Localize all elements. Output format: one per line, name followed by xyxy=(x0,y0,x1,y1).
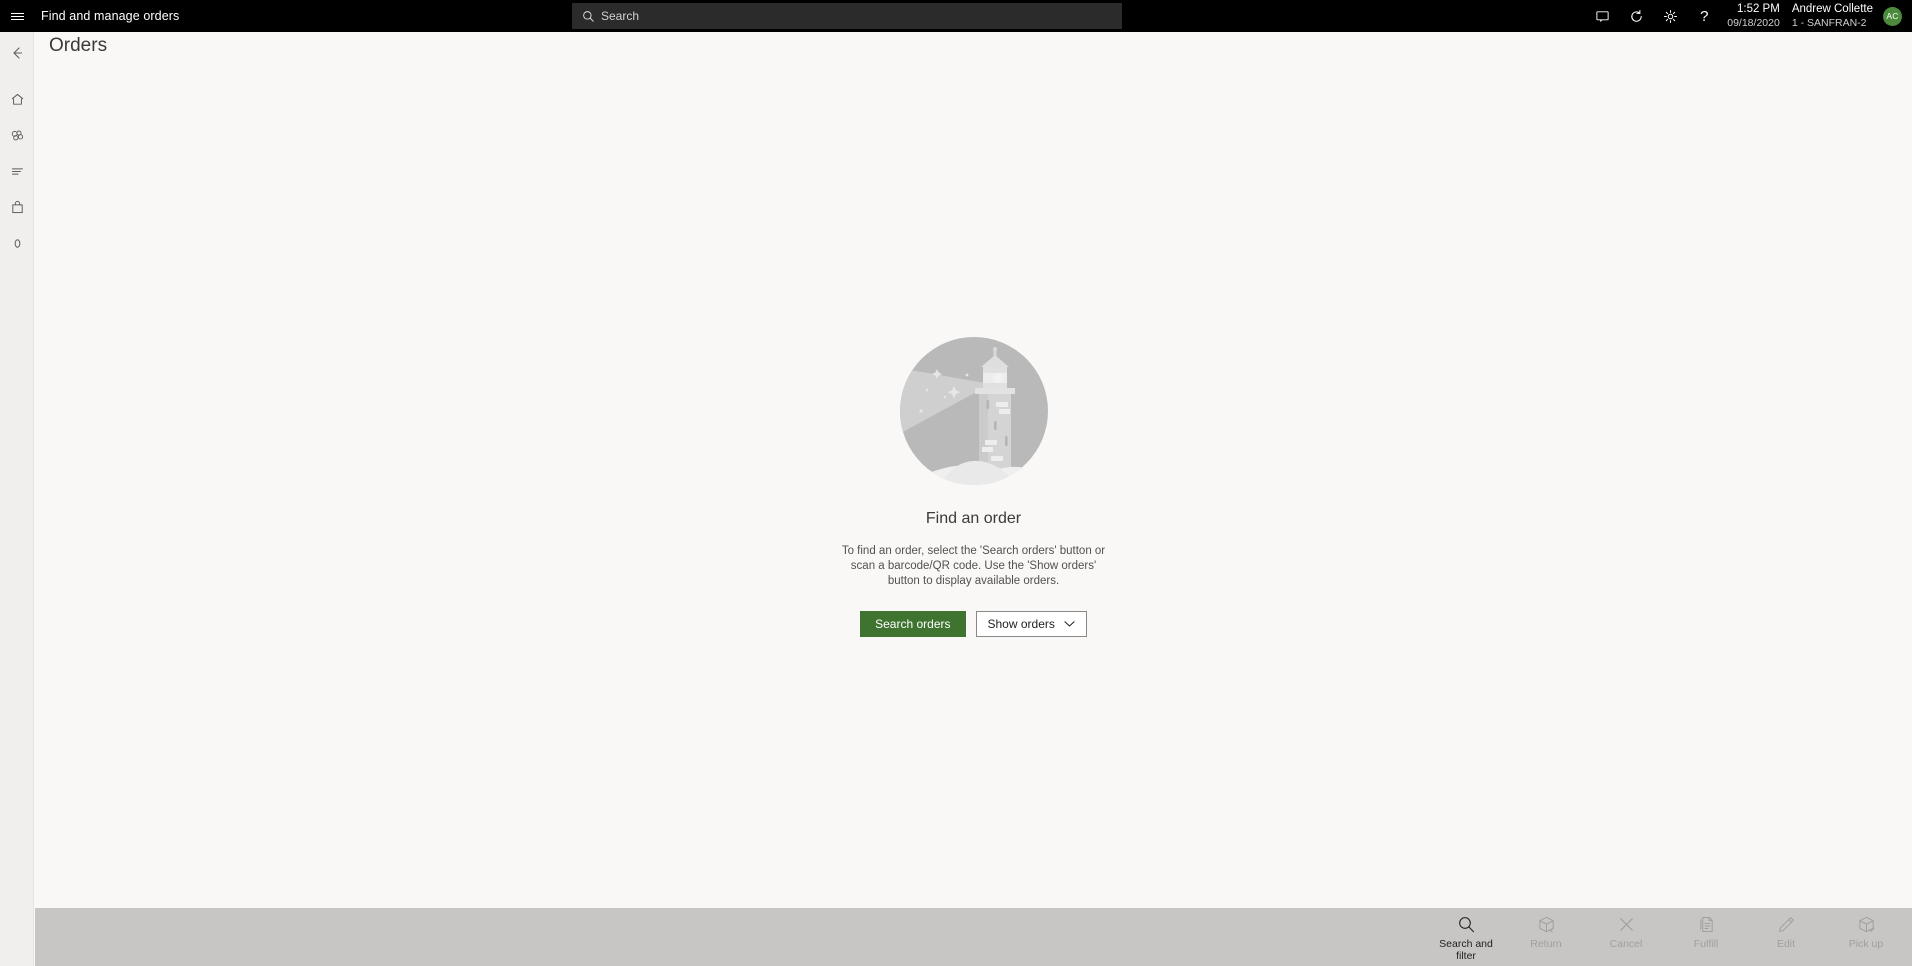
search-icon xyxy=(582,10,595,23)
list-icon[interactable] xyxy=(0,153,34,189)
show-orders-label: Show orders xyxy=(987,617,1055,631)
chevron-down-icon xyxy=(1064,617,1075,631)
hamburger-icon[interactable] xyxy=(0,0,34,32)
command-label: Cancel xyxy=(1609,938,1643,950)
document-icon xyxy=(1697,913,1716,935)
screen-icon[interactable] xyxy=(1585,0,1619,32)
products-icon[interactable] xyxy=(0,117,34,153)
empty-state-title: Find an order xyxy=(925,510,1022,527)
user-name: Andrew Collette xyxy=(1791,3,1873,15)
zero-amount-icon[interactable] xyxy=(0,225,34,261)
show-orders-button[interactable]: Show orders xyxy=(975,611,1087,637)
command-search-and-filter[interactable]: Search and filter xyxy=(1426,908,1506,966)
return-box-icon xyxy=(1537,913,1556,935)
command-return: Return xyxy=(1506,908,1586,966)
back-arrow-icon[interactable] xyxy=(0,35,34,71)
command-label: Edit xyxy=(1776,938,1796,950)
clock-block: 1:52 PM 09/18/2020 xyxy=(1727,3,1780,29)
clock-time: 1:52 PM xyxy=(1736,3,1780,15)
pickup-box-icon xyxy=(1857,913,1876,935)
empty-state-actions: Search orders Show orders xyxy=(860,611,1087,637)
user-block[interactable]: Andrew Collette 1 - SANFRAN-2 xyxy=(1792,3,1873,29)
pencil-icon xyxy=(1777,913,1796,935)
search-orders-button[interactable]: Search orders xyxy=(860,611,966,637)
command-label: Return xyxy=(1530,938,1562,950)
command-fulfill: Fulfill xyxy=(1666,908,1746,966)
app-title: Find and manage orders xyxy=(41,9,180,23)
magnifier-icon xyxy=(1457,913,1476,935)
bottom-command-bar: Search and filter Return Cancel Fulfill … xyxy=(35,908,1912,966)
command-label: Pick up xyxy=(1848,938,1884,950)
command-pick-up: Pick up xyxy=(1826,908,1906,966)
command-cancel: Cancel xyxy=(1586,908,1666,966)
refresh-icon[interactable] xyxy=(1619,0,1653,32)
help-icon[interactable]: ? xyxy=(1687,0,1721,32)
empty-state: Find an order To find an order, select t… xyxy=(35,32,1912,908)
command-label: Fulfill xyxy=(1693,938,1719,950)
top-bar-right-cluster: ? 1:52 PM 09/18/2020 Andrew Collette 1 -… xyxy=(1585,0,1912,32)
empty-state-body: To find an order, select the 'Search ord… xyxy=(841,545,1106,587)
left-navigation-rail xyxy=(0,32,34,966)
lighthouse-illustration xyxy=(899,337,1048,485)
user-store: 1 - SANFRAN-2 xyxy=(1791,17,1867,29)
top-app-bar: Find and manage orders Search ? 1:52 PM … xyxy=(0,0,1912,32)
home-icon[interactable] xyxy=(0,81,34,117)
shopping-bag-icon[interactable] xyxy=(0,189,34,225)
page-content: Orders Find an order To find an order, s… xyxy=(35,32,1912,908)
avatar[interactable]: AC xyxy=(1883,6,1902,26)
global-search-box[interactable] xyxy=(572,3,1122,29)
close-x-icon xyxy=(1617,913,1636,935)
command-edit: Edit xyxy=(1746,908,1826,966)
clock-date: 09/18/2020 xyxy=(1727,17,1780,29)
search-input[interactable] xyxy=(601,9,1081,23)
command-label: Search and filter xyxy=(1439,938,1493,962)
settings-gear-icon[interactable] xyxy=(1653,0,1687,32)
